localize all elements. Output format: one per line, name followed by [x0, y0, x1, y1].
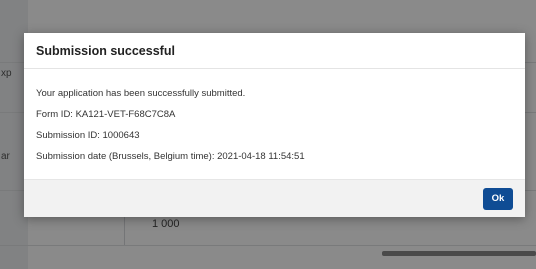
submission-dialog: Submission successful Your application h… — [24, 33, 525, 217]
form-id-text: Form ID: KA121-VET-F68C7C8A — [36, 109, 176, 120]
submission-date-text: Submission date (Brussels, Belgium time)… — [36, 151, 305, 162]
submission-id-text: Submission ID: 1000643 — [36, 130, 140, 141]
dialog-footer: Ok — [24, 179, 525, 217]
dialog-title: Submission successful — [36, 43, 175, 58]
dialog-body: Your application has been successfully s… — [24, 69, 525, 179]
dialog-header: Submission successful — [24, 33, 525, 69]
ok-button[interactable]: Ok — [483, 187, 513, 210]
success-message: Your application has been successfully s… — [36, 88, 246, 99]
